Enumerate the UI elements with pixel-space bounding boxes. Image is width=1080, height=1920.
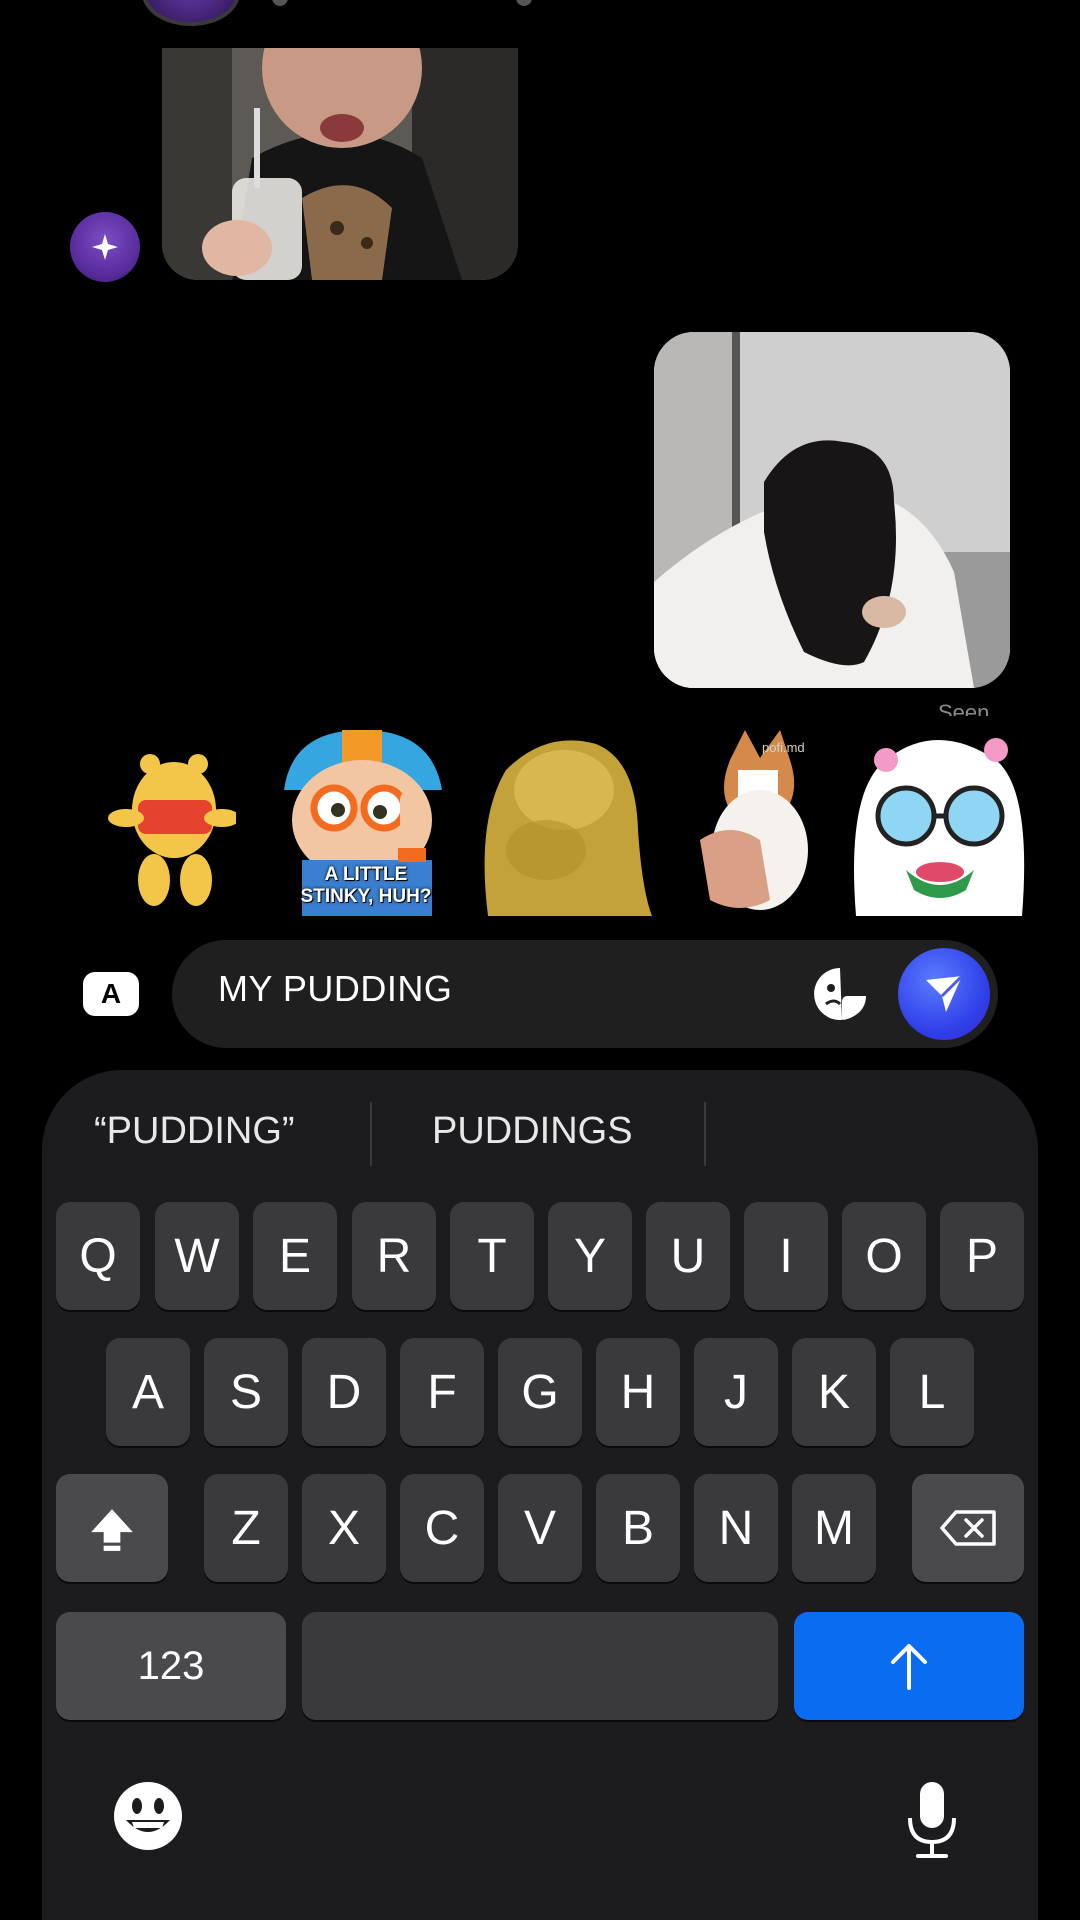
sticker-blob[interactable]: [476, 730, 652, 916]
key-y[interactable]: Y: [548, 1202, 632, 1310]
key-d[interactable]: D: [302, 1338, 386, 1446]
header-dot: [516, 0, 532, 6]
key-m[interactable]: M: [792, 1474, 876, 1582]
key-q[interactable]: Q: [56, 1202, 140, 1310]
header-dot: [272, 0, 288, 6]
up-arrow-icon: [891, 1644, 927, 1690]
shift-arrow-icon: [91, 1509, 133, 1551]
suggestion-puddings[interactable]: PUDDINGS: [432, 1110, 633, 1153]
sticker-pooh[interactable]: [104, 730, 236, 916]
return-key[interactable]: [794, 1612, 1024, 1720]
key-f[interactable]: F: [400, 1338, 484, 1446]
backspace-icon: [940, 1510, 996, 1546]
suggestion-quoted[interactable]: “PUDDING”: [94, 1110, 295, 1153]
paper-plane-icon: [926, 974, 964, 1012]
emoji-face-icon[interactable]: [112, 1780, 184, 1857]
microphone-icon[interactable]: [904, 1780, 960, 1865]
header-avatar[interactable]: [142, 0, 240, 26]
key-b[interactable]: B: [596, 1474, 680, 1582]
key-a[interactable]: A: [106, 1338, 190, 1446]
key-x[interactable]: X: [302, 1474, 386, 1582]
suggestion-divider: [704, 1102, 706, 1166]
key-t[interactable]: T: [450, 1202, 534, 1310]
key-v[interactable]: V: [498, 1474, 582, 1582]
numbers-key[interactable]: 123: [56, 1612, 286, 1720]
sparkle-icon: [92, 234, 118, 260]
key-o[interactable]: O: [842, 1202, 926, 1310]
key-p[interactable]: P: [940, 1202, 1024, 1310]
seen-label: Seen: [938, 700, 990, 716]
sticker-corgi[interactable]: [690, 730, 830, 916]
key-j[interactable]: J: [694, 1338, 778, 1446]
key-l[interactable]: L: [890, 1338, 974, 1446]
received-photo[interactable]: [162, 48, 518, 280]
key-r[interactable]: R: [352, 1202, 436, 1310]
key-u[interactable]: U: [646, 1202, 730, 1310]
sent-photo[interactable]: [654, 332, 1010, 688]
key-s[interactable]: S: [204, 1338, 288, 1446]
corgi-watermark: pofi.md: [762, 740, 805, 755]
key-w[interactable]: W: [155, 1202, 239, 1310]
key-c[interactable]: C: [400, 1474, 484, 1582]
sticker-face-icon[interactable]: [810, 964, 870, 1024]
blippi-caption: A LITTLE STINKY, HUH?: [300, 864, 432, 907]
suggestion-divider: [370, 1102, 372, 1166]
key-g[interactable]: G: [498, 1338, 582, 1446]
key-k[interactable]: K: [792, 1338, 876, 1446]
key-e[interactable]: E: [253, 1202, 337, 1310]
key-n[interactable]: N: [694, 1474, 778, 1582]
key-i[interactable]: I: [744, 1202, 828, 1310]
delete-key[interactable]: [912, 1474, 1024, 1582]
message-input[interactable]: MY PUDDING: [218, 968, 452, 1010]
key-z[interactable]: Z: [204, 1474, 288, 1582]
shift-key[interactable]: [56, 1474, 168, 1582]
sender-avatar[interactable]: [70, 212, 140, 282]
sticker-anime[interactable]: [846, 730, 1032, 916]
send-button[interactable]: [898, 948, 990, 1040]
space-key[interactable]: [302, 1612, 778, 1720]
keyboard-language-button[interactable]: A: [83, 972, 139, 1016]
key-h[interactable]: H: [596, 1338, 680, 1446]
